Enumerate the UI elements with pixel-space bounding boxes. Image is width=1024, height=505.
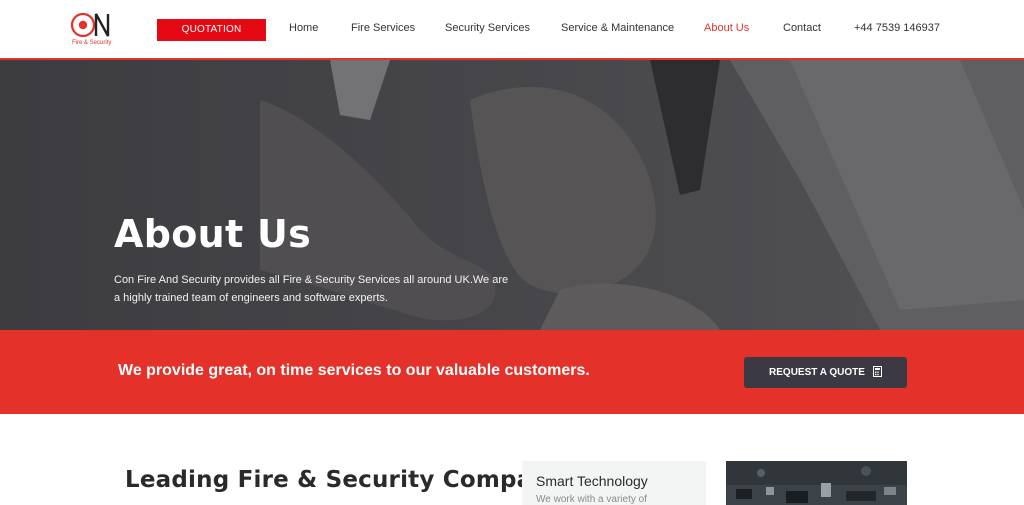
cta-text: We provide great, on time services to ou… xyxy=(118,362,590,379)
hero-banner: About Us Con Fire And Security provides … xyxy=(0,60,1024,330)
request-quote-button[interactable]: REQUEST A QUOTE xyxy=(744,357,907,388)
circuit-board-image xyxy=(726,461,907,505)
feature-card-title: Smart Technology xyxy=(536,473,648,489)
nav-fire-services[interactable]: Fire Services xyxy=(351,22,415,34)
nav-home[interactable]: Home xyxy=(289,22,318,34)
nav-about-us[interactable]: About Us xyxy=(704,22,749,34)
hero-description: Con Fire And Security provides all Fire … xyxy=(114,274,509,304)
feature-card-smart-technology: Smart Technology We work with a variety … xyxy=(522,461,706,505)
nav-contact[interactable]: Contact xyxy=(783,22,821,34)
page-title: About Us xyxy=(114,212,312,256)
company-logo[interactable]: Fire & Security xyxy=(70,10,114,48)
request-quote-label: REQUEST A QUOTE xyxy=(769,367,865,378)
section-title: Leading Fire & Security Company xyxy=(125,467,565,493)
site-header: Fire & Security QUOTATION Home Fire Serv… xyxy=(0,0,1024,60)
nav-service-maintenance[interactable]: Service & Maintenance xyxy=(561,22,674,34)
logo-subtitle: Fire & Security xyxy=(72,40,112,46)
logo-mark-icon xyxy=(70,12,110,38)
nav-security-services[interactable]: Security Services xyxy=(445,22,530,34)
nav-phone[interactable]: +44 7539 146937 xyxy=(854,22,940,34)
feature-card-text: We work with a variety of xyxy=(536,494,647,505)
quotation-button[interactable]: QUOTATION xyxy=(157,19,266,41)
calculator-icon xyxy=(872,365,882,377)
cta-band: We provide great, on time services to ou… xyxy=(0,330,1024,414)
circuit-board-graphic xyxy=(726,461,907,505)
